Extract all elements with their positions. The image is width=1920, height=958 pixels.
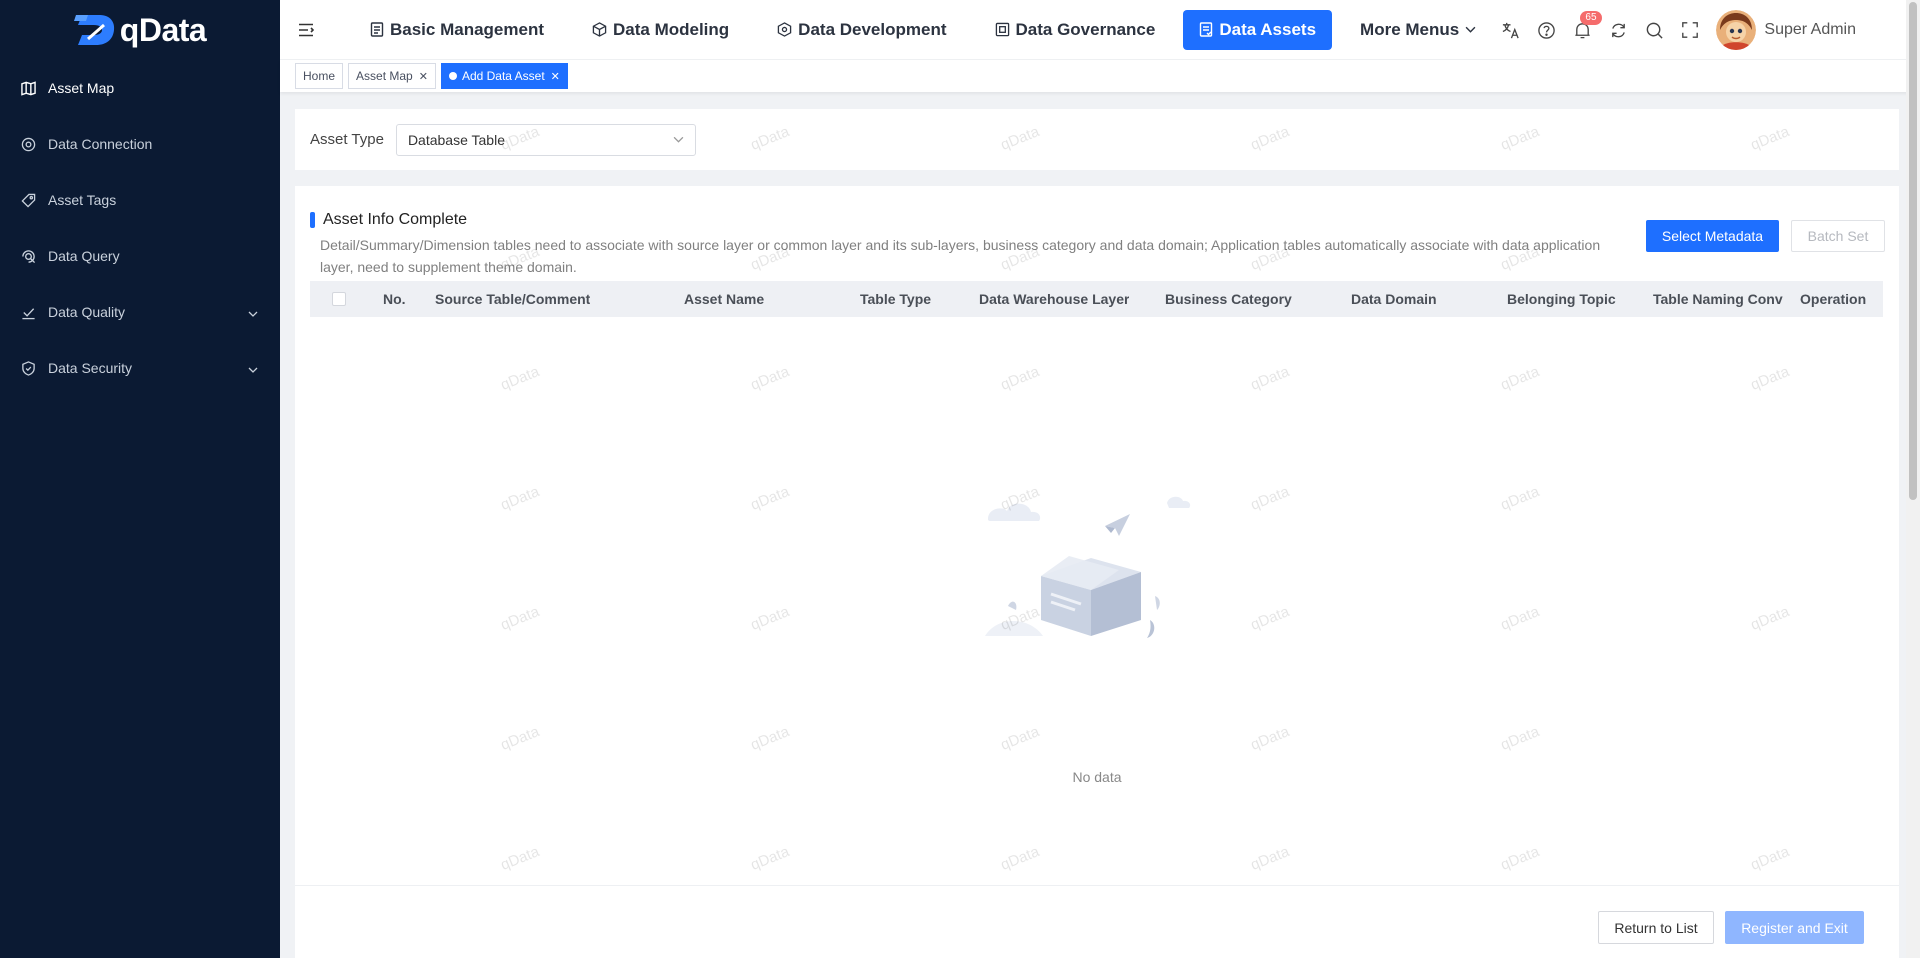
nav-basic-management[interactable]: Basic Management — [350, 10, 564, 50]
scrollbar-thumb[interactable] — [1909, 2, 1917, 500]
top-header: Basic Management Data Modeling Data Deve… — [280, 0, 1920, 60]
logo-text: qData — [119, 11, 207, 48]
active-dot — [448, 72, 457, 80]
select-metadata-button[interactable]: Select Metadata — [1646, 220, 1779, 252]
assets-icon — [1200, 22, 1213, 37]
column-header: Operation — [1800, 291, 1867, 307]
quality-icon — [20, 304, 36, 320]
tab-label: Asset Map — [356, 69, 413, 83]
close-icon[interactable]: ✕ — [419, 70, 428, 83]
column-header: Asset Name — [684, 291, 765, 307]
batch-set-button: Batch Set — [1791, 220, 1885, 252]
connection-icon — [20, 136, 36, 152]
vertical-scrollbar[interactable] — [1906, 0, 1920, 958]
nav-data-modeling[interactable]: Data Modeling — [572, 10, 749, 50]
tab-asset-map[interactable]: Asset Map ✕ — [348, 63, 436, 89]
column-header: Business Category — [1165, 291, 1292, 307]
tags-view-bar: Home Asset Map ✕ Add Data Asset ✕ — [280, 60, 1914, 92]
map-icon — [20, 80, 36, 96]
nav-label: Data Modeling — [613, 19, 730, 39]
refresh-icon[interactable] — [1608, 20, 1628, 40]
sidebar-item-label: Asset Map — [48, 80, 115, 96]
column-header: Data Warehouse Layer — [979, 291, 1130, 307]
close-icon[interactable]: ✕ — [551, 70, 560, 83]
footer-divider — [295, 885, 1899, 886]
search-icon[interactable] — [1644, 20, 1664, 40]
nav-data-governance[interactable]: Data Governance — [975, 10, 1176, 50]
query-icon — [20, 248, 36, 264]
chevron-down-icon — [248, 304, 258, 320]
empty-text: No data — [1072, 769, 1122, 785]
tab-home[interactable]: Home — [295, 63, 344, 89]
empty-box-illustration — [985, 496, 1191, 638]
select-all-checkbox[interactable] — [332, 292, 346, 306]
column-header: Source Table/Comment — [435, 291, 591, 307]
help-icon[interactable] — [1536, 20, 1556, 40]
bell-icon[interactable]: 65 — [1572, 11, 1602, 40]
doc-icon — [370, 22, 384, 37]
sidebar-menu: Asset Map Data Connection Asset Tags Dat… — [0, 60, 280, 396]
asset-type-card: Asset Type Database Table — [295, 109, 1899, 170]
section-description: Detail/Summary/Dimension tables need to … — [320, 237, 1601, 275]
asset-type-label: Asset Type — [310, 131, 384, 148]
hexagon-icon — [777, 22, 792, 37]
sidebar-item-label: Data Quality — [48, 304, 126, 320]
avatar[interactable] — [1716, 10, 1757, 50]
logo-icon — [73, 15, 114, 45]
sidebar-item-asset-tags[interactable]: Asset Tags — [0, 172, 280, 228]
section-title: Asset Info Complete — [310, 211, 467, 229]
sidebar-item-asset-map[interactable]: Asset Map — [0, 60, 280, 116]
nav-label: Basic Management — [390, 19, 544, 39]
asset-info-card: Asset Info Complete Detail/Summary/Dimen… — [295, 186, 1899, 958]
username[interactable]: Super Admin — [1764, 21, 1856, 39]
sidebar-item-data-query[interactable]: Data Query — [0, 228, 280, 284]
register-and-exit-button[interactable]: Register and Exit — [1725, 911, 1864, 944]
menu-toggle-icon[interactable] — [298, 23, 314, 37]
nav-data-assets[interactable]: Data Assets — [1183, 9, 1333, 50]
header-actions: 65 Super Admin — [1484, 0, 1856, 60]
chevron-down-icon — [248, 360, 258, 376]
table-header: No. Source Table/Comment Asset Name Tabl… — [310, 281, 1883, 317]
asset-type-select[interactable]: Database Table — [395, 123, 696, 156]
column-header: Table Type — [860, 291, 932, 307]
sidebar-item-data-security[interactable]: Data Security — [0, 340, 280, 396]
return-to-list-button[interactable]: Return to List — [1598, 911, 1714, 944]
sidebar-item-label: Data Connection — [48, 136, 153, 152]
column-header: Table Naming Conv — [1653, 291, 1783, 307]
sidebar-item-data-connection[interactable]: Data Connection — [0, 116, 280, 172]
sidebar-item-label: Asset Tags — [48, 192, 117, 208]
translate-icon[interactable] — [1500, 20, 1520, 40]
chip-icon — [995, 22, 1009, 37]
cube-icon — [592, 22, 607, 37]
nav-data-development[interactable]: Data Development — [757, 10, 966, 50]
fullscreen-icon[interactable] — [1680, 20, 1700, 40]
sidebar-item-data-quality[interactable]: Data Quality — [0, 284, 280, 340]
shield-icon — [20, 360, 36, 376]
tag-icon — [20, 192, 36, 208]
nav-label: Data Governance — [1015, 19, 1156, 39]
chevron-down-icon — [1465, 26, 1476, 33]
tab-label: Home — [303, 69, 336, 83]
sidebar: qData Asset Map Data Connection Asset Ta… — [0, 0, 280, 958]
tab-add-data-asset[interactable]: Add Data Asset ✕ — [440, 63, 568, 89]
nav-label: Data Assets — [1219, 19, 1317, 39]
column-header: Belonging Topic — [1507, 291, 1616, 307]
section-accent-bar — [310, 212, 315, 228]
notification-badge: 65 — [1580, 11, 1602, 25]
chevron-down-icon — [673, 136, 684, 143]
nav-label: More Menus — [1360, 19, 1460, 39]
nav-more-menus[interactable]: More Menus — [1340, 10, 1496, 50]
column-header: No. — [383, 291, 406, 307]
sidebar-item-label: Data Query — [48, 248, 120, 264]
nav-label: Data Development — [798, 19, 947, 39]
sidebar-item-label: Data Security — [48, 360, 133, 376]
top-nav: Basic Management Data Modeling Data Deve… — [350, 0, 1504, 60]
column-header: Data Domain — [1351, 291, 1437, 307]
logo: qData — [0, 0, 280, 60]
tab-label: Add Data Asset — [461, 69, 545, 83]
asset-type-value: Database Table — [407, 131, 505, 148]
section-title-text: Asset Info Complete — [323, 211, 468, 228]
